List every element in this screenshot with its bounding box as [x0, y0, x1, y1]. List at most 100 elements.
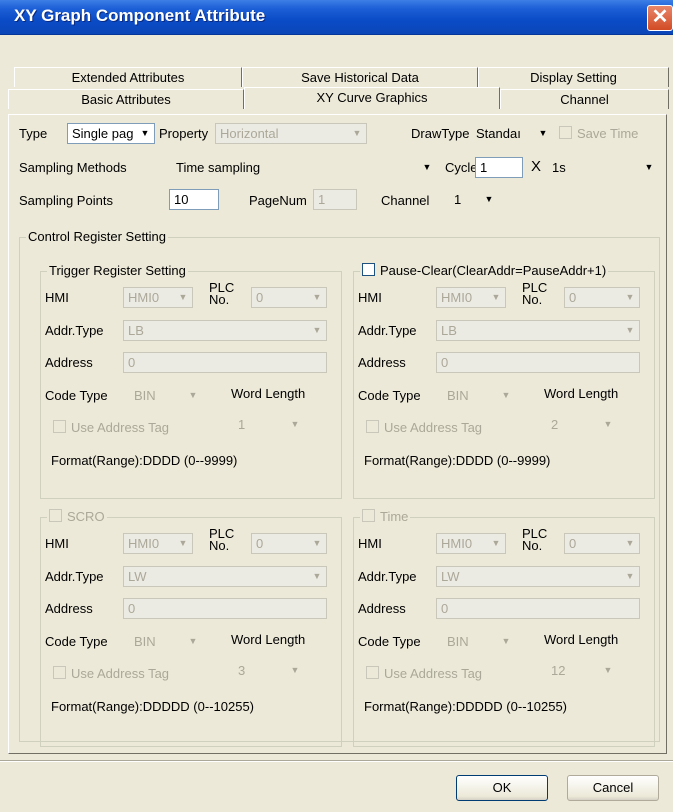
hmi-label: HMI: [45, 290, 69, 305]
chevron-down-icon: ▼: [312, 571, 322, 581]
hmi-select[interactable]: HMI0 ▼: [436, 533, 506, 554]
addr-type-value: LW: [441, 569, 460, 584]
code-type-value: BIN: [447, 634, 469, 649]
type-select[interactable]: Single pag ▼: [67, 123, 155, 144]
time-title[interactable]: Time: [360, 509, 411, 524]
cycle-input[interactable]: 1: [475, 157, 523, 178]
code-type-select[interactable]: BIN ▼: [442, 631, 516, 652]
use-address-tag-checkbox[interactable]: Use Address Tag: [53, 420, 169, 435]
chevron-down-icon: ▼: [603, 665, 613, 675]
plc-select[interactable]: 0 ▼: [564, 287, 640, 308]
word-length-select[interactable]: 2 ▼: [546, 414, 618, 435]
plc-select[interactable]: 0 ▼: [251, 533, 327, 554]
word-length-label: Word Length: [544, 632, 619, 647]
trigger-title: Trigger Register Setting: [47, 263, 188, 278]
word-length-select[interactable]: 12 ▼: [546, 660, 618, 681]
property-select[interactable]: Horizontal ▼: [215, 123, 367, 144]
window-title: XY Graph Component Attribute: [14, 6, 266, 25]
code-type-select[interactable]: BIN ▼: [129, 631, 203, 652]
sampling-points-input[interactable]: 10: [169, 189, 219, 210]
pagenum-label: PageNum: [249, 193, 307, 208]
addr-type-value: LW: [128, 569, 147, 584]
code-type-label: Code Type: [45, 634, 108, 649]
plc-select[interactable]: 0 ▼: [564, 533, 640, 554]
addr-type-select[interactable]: LB ▼: [436, 320, 640, 341]
plc-select[interactable]: 0 ▼: [251, 287, 327, 308]
plc-label-line2: No.: [522, 292, 543, 307]
tab-basic-attributes[interactable]: Basic Attributes: [8, 89, 244, 109]
word-length-select[interactable]: 3 ▼: [233, 660, 305, 681]
plc-label: PLC No.: [522, 281, 547, 307]
chevron-down-icon: ▼: [188, 390, 198, 400]
use-address-tag-checkbox[interactable]: Use Address Tag: [366, 420, 482, 435]
pause-clear-title-text: Pause-Clear(ClearAddr=PauseAddr+1): [380, 263, 607, 278]
chevron-down-icon: ▼: [312, 325, 322, 335]
addr-type-label: Addr.Type: [45, 569, 104, 584]
sampling-methods-select[interactable]: Time sampling ▼: [171, 157, 437, 178]
sampling-methods-value: Time sampling: [176, 160, 261, 175]
divider: [0, 760, 673, 762]
format-range-text: Format(Range):DDDDD (0--10255): [364, 699, 567, 714]
plc-label: PLC No.: [209, 527, 234, 553]
chevron-down-icon: ▼: [312, 292, 322, 302]
drawtype-select[interactable]: Standaı ▼: [471, 123, 553, 144]
chevron-down-icon: ▼: [603, 419, 613, 429]
checkbox-icon: [53, 666, 66, 679]
hmi-value: HMI0: [441, 536, 473, 551]
hmi-select[interactable]: HMI0 ▼: [436, 287, 506, 308]
chevron-down-icon: ▼: [538, 128, 548, 138]
ok-button[interactable]: OK: [456, 775, 548, 801]
plc-label-line2: No.: [209, 538, 230, 553]
cancel-button[interactable]: Cancel: [567, 775, 659, 801]
pause-clear-group: Pause-Clear(ClearAddr=PauseAddr+1) HMI H…: [353, 263, 655, 499]
checkbox-icon: [362, 509, 375, 522]
plc-label-line2: No.: [209, 292, 230, 307]
addr-type-select[interactable]: LW ▼: [123, 566, 327, 587]
cycle-unit-select[interactable]: 1s ▼: [547, 157, 659, 178]
address-input[interactable]: 0: [123, 598, 327, 619]
code-type-label: Code Type: [358, 388, 421, 403]
tab-extended-attributes[interactable]: Extended Attributes: [14, 67, 242, 87]
use-address-tag-label: Use Address Tag: [71, 420, 170, 435]
hmi-select[interactable]: HMI0 ▼: [123, 533, 193, 554]
address-input[interactable]: 0: [436, 352, 640, 373]
checkbox-icon: [362, 263, 375, 276]
tab-display-setting[interactable]: Display Setting: [478, 67, 669, 87]
save-time-checkbox[interactable]: Save Time: [559, 126, 638, 141]
scro-title[interactable]: SCRO: [47, 509, 107, 524]
close-icon[interactable]: ✕: [647, 5, 673, 31]
code-type-select[interactable]: BIN ▼: [442, 385, 516, 406]
tab-channel[interactable]: Channel: [500, 89, 669, 109]
tab-xy-curve-graphics[interactable]: XY Curve Graphics: [244, 87, 500, 109]
channel-select[interactable]: 1 ▼: [449, 189, 499, 210]
code-type-select[interactable]: BIN ▼: [129, 385, 203, 406]
pause-clear-title[interactable]: Pause-Clear(ClearAddr=PauseAddr+1): [360, 263, 609, 278]
plc-value: 0: [569, 290, 577, 305]
addr-type-select[interactable]: LW ▼: [436, 566, 640, 587]
chevron-down-icon: ▼: [491, 292, 501, 302]
checkbox-icon: [366, 420, 379, 433]
chevron-down-icon: ▼: [312, 538, 322, 548]
addr-type-value: LB: [441, 323, 457, 338]
address-input[interactable]: 0: [123, 352, 327, 373]
hmi-value: HMI0: [128, 536, 160, 551]
addr-type-select[interactable]: LB ▼: [123, 320, 327, 341]
chevron-down-icon: ▼: [491, 538, 501, 548]
use-address-tag-checkbox[interactable]: Use Address Tag: [53, 666, 169, 681]
word-length-select[interactable]: 1 ▼: [233, 414, 305, 435]
chevron-down-icon: ▼: [352, 128, 362, 138]
title-bar: XY Graph Component Attribute ✕: [0, 0, 673, 35]
property-value: Horizontal: [220, 126, 279, 141]
chevron-down-icon: ▼: [625, 538, 635, 548]
hmi-select[interactable]: HMI0 ▼: [123, 287, 193, 308]
chevron-down-icon: ▼: [178, 538, 188, 548]
address-input[interactable]: 0: [436, 598, 640, 619]
checkbox-icon: [49, 509, 62, 522]
drawtype-label: DrawType: [411, 126, 470, 141]
hmi-label: HMI: [358, 290, 382, 305]
pagenum-input[interactable]: 1: [313, 189, 357, 210]
use-address-tag-checkbox[interactable]: Use Address Tag: [366, 666, 482, 681]
tab-save-historical-data[interactable]: Save Historical Data: [242, 67, 478, 87]
chevron-down-icon: ▼: [501, 636, 511, 646]
type-value: Single pag: [72, 126, 134, 141]
